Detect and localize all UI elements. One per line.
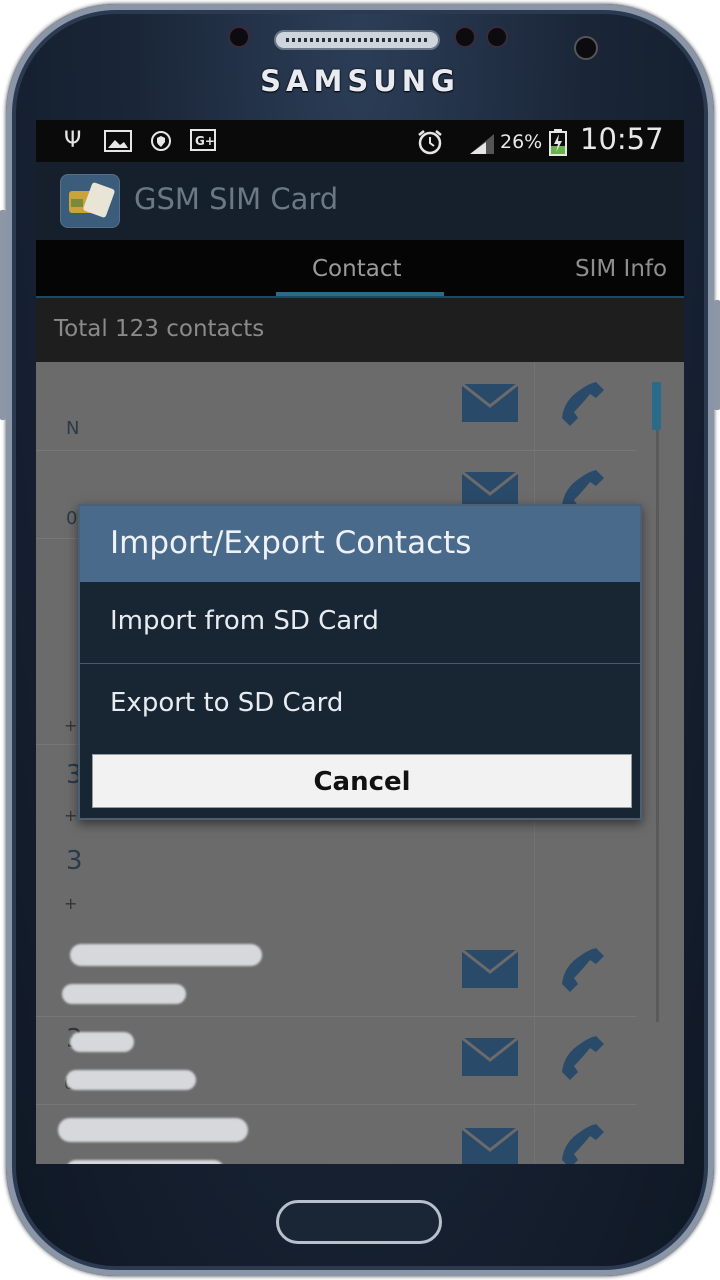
redacted-name	[70, 1032, 134, 1052]
dialog-header: Import/Export Contacts	[80, 506, 640, 582]
action-bar: GSM SIM Card	[36, 162, 684, 240]
cancel-label: Cancel	[313, 767, 411, 797]
image-icon	[104, 130, 132, 159]
sensor-icon	[454, 26, 476, 48]
contact-name: N	[66, 418, 80, 439]
contact-name: 3	[66, 846, 83, 876]
scrollbar-thumb[interactable]	[652, 382, 661, 430]
redacted-name	[58, 1118, 248, 1142]
import-from-sd-option[interactable]: Import from SD Card	[80, 582, 640, 662]
redacted-number	[66, 1070, 196, 1090]
power-button	[714, 300, 720, 410]
signal-icon	[468, 132, 496, 163]
tab-contact[interactable]: Contact	[312, 256, 401, 282]
contact-name: 0	[66, 508, 78, 529]
usb-icon: Ψ	[64, 128, 82, 153]
call-icon[interactable]	[556, 380, 608, 430]
app-logo-icon[interactable]	[60, 174, 120, 228]
message-icon[interactable]	[462, 1128, 518, 1164]
scrollbar-track[interactable]	[656, 382, 659, 1022]
summary-bar: Total 123 contacts	[36, 298, 684, 362]
cancel-button[interactable]: Cancel	[92, 754, 632, 808]
import-export-dialog: Import/Export Contacts Import from SD Ca…	[78, 504, 642, 820]
list-item[interactable]: N	[36, 362, 636, 451]
call-icon[interactable]	[556, 946, 608, 996]
device-brand: SAMSUNG	[260, 64, 460, 98]
battery-charging-icon	[548, 128, 568, 163]
export-to-sd-option[interactable]: Export to SD Card	[80, 664, 640, 744]
export-option-label: Export to SD Card	[110, 688, 344, 718]
redacted-name	[70, 944, 262, 966]
clock: 10:57	[580, 122, 664, 156]
sensor-icon	[228, 26, 250, 48]
alarm-icon	[416, 128, 444, 163]
list-item[interactable]	[36, 1016, 636, 1105]
home-button[interactable]	[276, 1200, 442, 1244]
dialog-title: Import/Export Contacts	[110, 525, 472, 561]
earpiece-speaker	[274, 30, 440, 50]
call-icon[interactable]	[556, 1034, 608, 1084]
battery-percent: 26%	[500, 131, 543, 153]
redacted-number	[66, 1160, 224, 1164]
message-icon[interactable]	[462, 950, 518, 988]
redacted-number	[62, 984, 186, 1004]
contact-number: +	[64, 806, 78, 825]
app-title: GSM SIM Card	[134, 182, 339, 216]
message-icon[interactable]	[462, 1038, 518, 1076]
contact-number: +	[64, 894, 78, 913]
status-bar: Ψ G+ 26% 10:57	[36, 120, 684, 162]
sensor-icon	[486, 26, 508, 48]
google-plus-icon: G+	[190, 129, 218, 160]
total-contacts-label: Total 123 contacts	[54, 316, 265, 342]
message-icon[interactable]	[462, 384, 518, 422]
svg-text:G+: G+	[195, 134, 215, 148]
shield-icon	[150, 130, 172, 159]
import-option-label: Import from SD Card	[110, 606, 379, 636]
volume-button	[0, 210, 6, 420]
front-camera-icon	[574, 36, 598, 60]
call-icon[interactable]	[556, 1122, 608, 1164]
tab-sim-info[interactable]: SIM Info	[575, 256, 667, 282]
tab-bar: Contact SIM Info	[36, 240, 684, 298]
